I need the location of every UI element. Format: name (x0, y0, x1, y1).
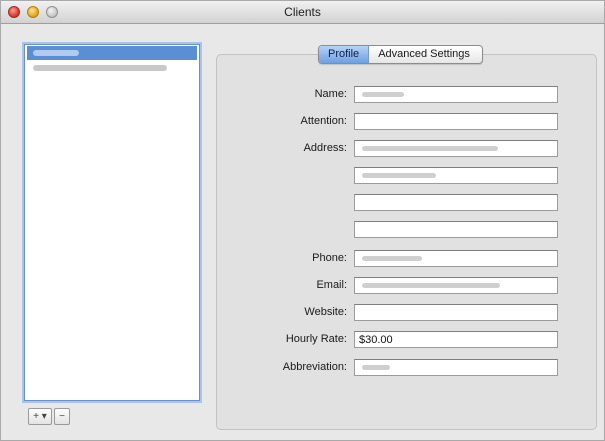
attention-field[interactable] (354, 113, 558, 130)
blurred-text (362, 256, 422, 261)
clients-window: Clients + ▾ − Profile Advanced Settings … (0, 0, 605, 441)
client-list[interactable] (24, 44, 200, 401)
remove-client-button-label: − (59, 411, 65, 422)
blurred-text (362, 283, 500, 288)
email-label: Email: (316, 279, 347, 291)
phone-label: Phone: (312, 252, 347, 264)
tab-bar: Profile Advanced Settings (318, 45, 483, 64)
title-bar[interactable]: Clients (1, 1, 604, 24)
client-list-item[interactable] (27, 46, 197, 60)
blurred-text (362, 365, 390, 370)
address-label: Address: (303, 142, 347, 154)
window-title: Clients (284, 5, 321, 19)
blurred-text (362, 92, 404, 97)
attention-label: Attention: (300, 115, 347, 127)
remove-client-button[interactable]: − (54, 408, 70, 425)
hourly-rate-label: Hourly Rate: (285, 333, 347, 345)
blurred-text (33, 65, 167, 71)
tab-profile[interactable]: Profile (319, 46, 370, 63)
hourly-rate-field[interactable] (354, 331, 558, 348)
address-line-3-field[interactable] (354, 194, 558, 211)
add-client-button[interactable]: + ▾ (28, 408, 52, 425)
name-label: Name: (314, 88, 347, 100)
add-client-button-label: + ▾ (33, 411, 47, 422)
abbreviation-label: Abbreviation: (282, 361, 347, 373)
client-list-item[interactable] (27, 61, 197, 75)
blurred-text (33, 50, 79, 56)
blurred-text (362, 146, 498, 151)
blurred-text (362, 173, 436, 178)
website-label: Website: (304, 306, 347, 318)
address-line-4-field[interactable] (354, 221, 558, 238)
website-field[interactable] (354, 304, 558, 321)
tab-advanced-settings[interactable]: Advanced Settings (369, 46, 482, 63)
